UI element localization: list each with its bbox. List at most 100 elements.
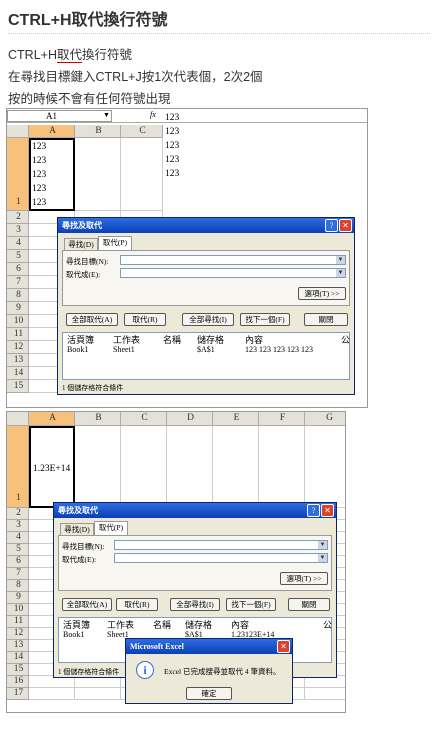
close-icon[interactable]: ✕ [321, 504, 334, 517]
replace-all-button[interactable]: 全部取代(A) [62, 598, 112, 611]
grid-cell[interactable] [75, 426, 121, 508]
row-header-8[interactable]: 8 [7, 580, 29, 592]
row-header-4[interactable]: 4 [7, 532, 29, 544]
column-header-f[interactable]: F [259, 412, 305, 426]
column-header-e[interactable]: E [213, 412, 259, 426]
chevron-down-icon[interactable]: ▼ [318, 554, 327, 562]
row-header-2[interactable]: 2 [7, 508, 29, 520]
tab-replace[interactable]: 取代(P) [94, 521, 128, 535]
row-header-8[interactable]: 8 [7, 289, 29, 302]
column-header-a[interactable]: A [29, 412, 75, 426]
close-icon[interactable]: ✕ [277, 640, 290, 653]
grid-cell[interactable] [29, 688, 75, 700]
grid-cell[interactable] [213, 426, 259, 508]
result-header: 名稱 [163, 335, 182, 345]
find-next-button[interactable]: 找下一個(F) [226, 598, 276, 611]
column-header-c[interactable]: C [121, 125, 163, 138]
replace-input[interactable]: ▼ [120, 268, 346, 278]
tab-find[interactable]: 尋找(D) [60, 523, 94, 535]
formula-line: 123 [165, 155, 180, 165]
column-header-b[interactable]: B [75, 125, 121, 138]
help-icon[interactable]: ? [307, 504, 320, 517]
name-box[interactable]: A1 [7, 110, 112, 122]
find-next-button[interactable]: 找下一個(F) [240, 313, 290, 326]
row-header-6[interactable]: 6 [7, 556, 29, 568]
options-button[interactable]: 選項(T) >> [298, 287, 346, 300]
row-header-12[interactable]: 12 [7, 628, 29, 640]
row-header-3[interactable]: 3 [7, 520, 29, 532]
tab-find[interactable]: 尋找(D) [64, 238, 98, 250]
row-header-11[interactable]: 11 [7, 328, 29, 341]
grid-cell[interactable] [121, 426, 167, 508]
replace-button[interactable]: 取代(R) [116, 598, 158, 611]
close-button[interactable]: 關閉 [288, 598, 330, 611]
column-header-d[interactable]: D [167, 412, 213, 426]
tab-replace[interactable]: 取代(P) [98, 236, 132, 250]
row-header-2[interactable]: 2 [7, 211, 29, 224]
find-all-button[interactable]: 全部尋找(I) [170, 598, 220, 611]
formula-content[interactable]: 123 123 123 123 123 [165, 111, 367, 181]
row-header-17[interactable]: 17 [7, 688, 29, 700]
cell-a1-selected[interactable]: 1.23E+14 [29, 426, 75, 508]
chevron-down-icon[interactable]: ▼ [336, 269, 345, 277]
chevron-down-icon[interactable]: ▼ [318, 541, 327, 549]
row-header-16[interactable]: 16 [7, 676, 29, 688]
cell-a1-selected[interactable]: 123 123 123 123 123 [29, 138, 75, 211]
corner-select-all[interactable] [7, 125, 29, 138]
row-header-3[interactable]: 3 [7, 224, 29, 237]
row-header-10[interactable]: 10 [7, 604, 29, 616]
row-header-9[interactable]: 9 [7, 592, 29, 604]
ok-button[interactable]: 確定 [186, 687, 232, 700]
formula-line: 123 [165, 113, 180, 123]
find-all-button[interactable]: 全部尋找(I) [182, 313, 234, 326]
dialog-title: 尋找及取代 [54, 503, 336, 518]
row-header-11[interactable]: 11 [7, 616, 29, 628]
result-header: 名稱 [153, 620, 172, 630]
row-header-4[interactable]: 4 [7, 237, 29, 250]
grid-cell[interactable] [75, 688, 121, 700]
row-header-6[interactable]: 6 [7, 263, 29, 276]
grid-cell[interactable] [305, 688, 345, 700]
find-label: 尋找目標(N): [66, 257, 109, 266]
grid-cell[interactable] [259, 426, 305, 508]
replace-button[interactable]: 取代(R) [124, 313, 166, 326]
find-input[interactable]: ▼ [120, 255, 346, 265]
row-header-5[interactable]: 5 [7, 544, 29, 556]
row-header-13[interactable]: 13 [7, 640, 29, 652]
row-header-9[interactable]: 9 [7, 302, 29, 315]
result-cell: Book1 [63, 630, 85, 639]
options-button[interactable]: 選項(T) >> [280, 572, 328, 585]
grid-cell[interactable] [305, 426, 345, 508]
grid-cell[interactable] [167, 426, 213, 508]
line-3: 按的時候不會有任何符號出現 [8, 92, 171, 106]
row-header-15[interactable]: 15 [7, 664, 29, 676]
column-header-a[interactable]: A [29, 125, 75, 138]
row-header-12[interactable]: 12 [7, 341, 29, 354]
corner-select-all[interactable] [7, 412, 29, 426]
cell-c1[interactable] [121, 138, 163, 211]
help-icon[interactable]: ? [325, 219, 338, 232]
row-header-13[interactable]: 13 [7, 354, 29, 367]
row-header-14[interactable]: 14 [7, 652, 29, 664]
excel-screenshot-1: A1 ▼ fx 123 123 123 123 123 A B C 1 123 … [6, 108, 368, 408]
replace-all-button[interactable]: 全部取代(A) [66, 313, 118, 326]
row-header-7[interactable]: 7 [7, 568, 29, 580]
row-header-7[interactable]: 7 [7, 276, 29, 289]
row-header-1[interactable]: 1 [7, 426, 29, 508]
row-header-15[interactable]: 15 [7, 380, 29, 393]
find-input[interactable]: ▼ [114, 540, 328, 550]
row-header-1[interactable]: 1 [7, 138, 29, 211]
close-icon[interactable]: ✕ [339, 219, 352, 232]
row-header-5[interactable]: 5 [7, 250, 29, 263]
chevron-down-icon[interactable]: ▼ [336, 256, 345, 264]
close-button[interactable]: 關閉 [304, 313, 348, 326]
replace-input[interactable]: ▼ [114, 553, 328, 563]
row-header-14[interactable]: 14 [7, 367, 29, 380]
column-header-g[interactable]: G [305, 412, 345, 426]
cell-b1[interactable] [75, 138, 121, 211]
chevron-down-icon[interactable]: ▼ [103, 111, 110, 119]
results-list[interactable]: 活頁簿 工作表 名稱 儲存格 內容 公 Book1 Sheet1 $A$1 12… [62, 332, 350, 380]
row-header-10[interactable]: 10 [7, 315, 29, 328]
column-header-c[interactable]: C [121, 412, 167, 426]
column-header-b[interactable]: B [75, 412, 121, 426]
